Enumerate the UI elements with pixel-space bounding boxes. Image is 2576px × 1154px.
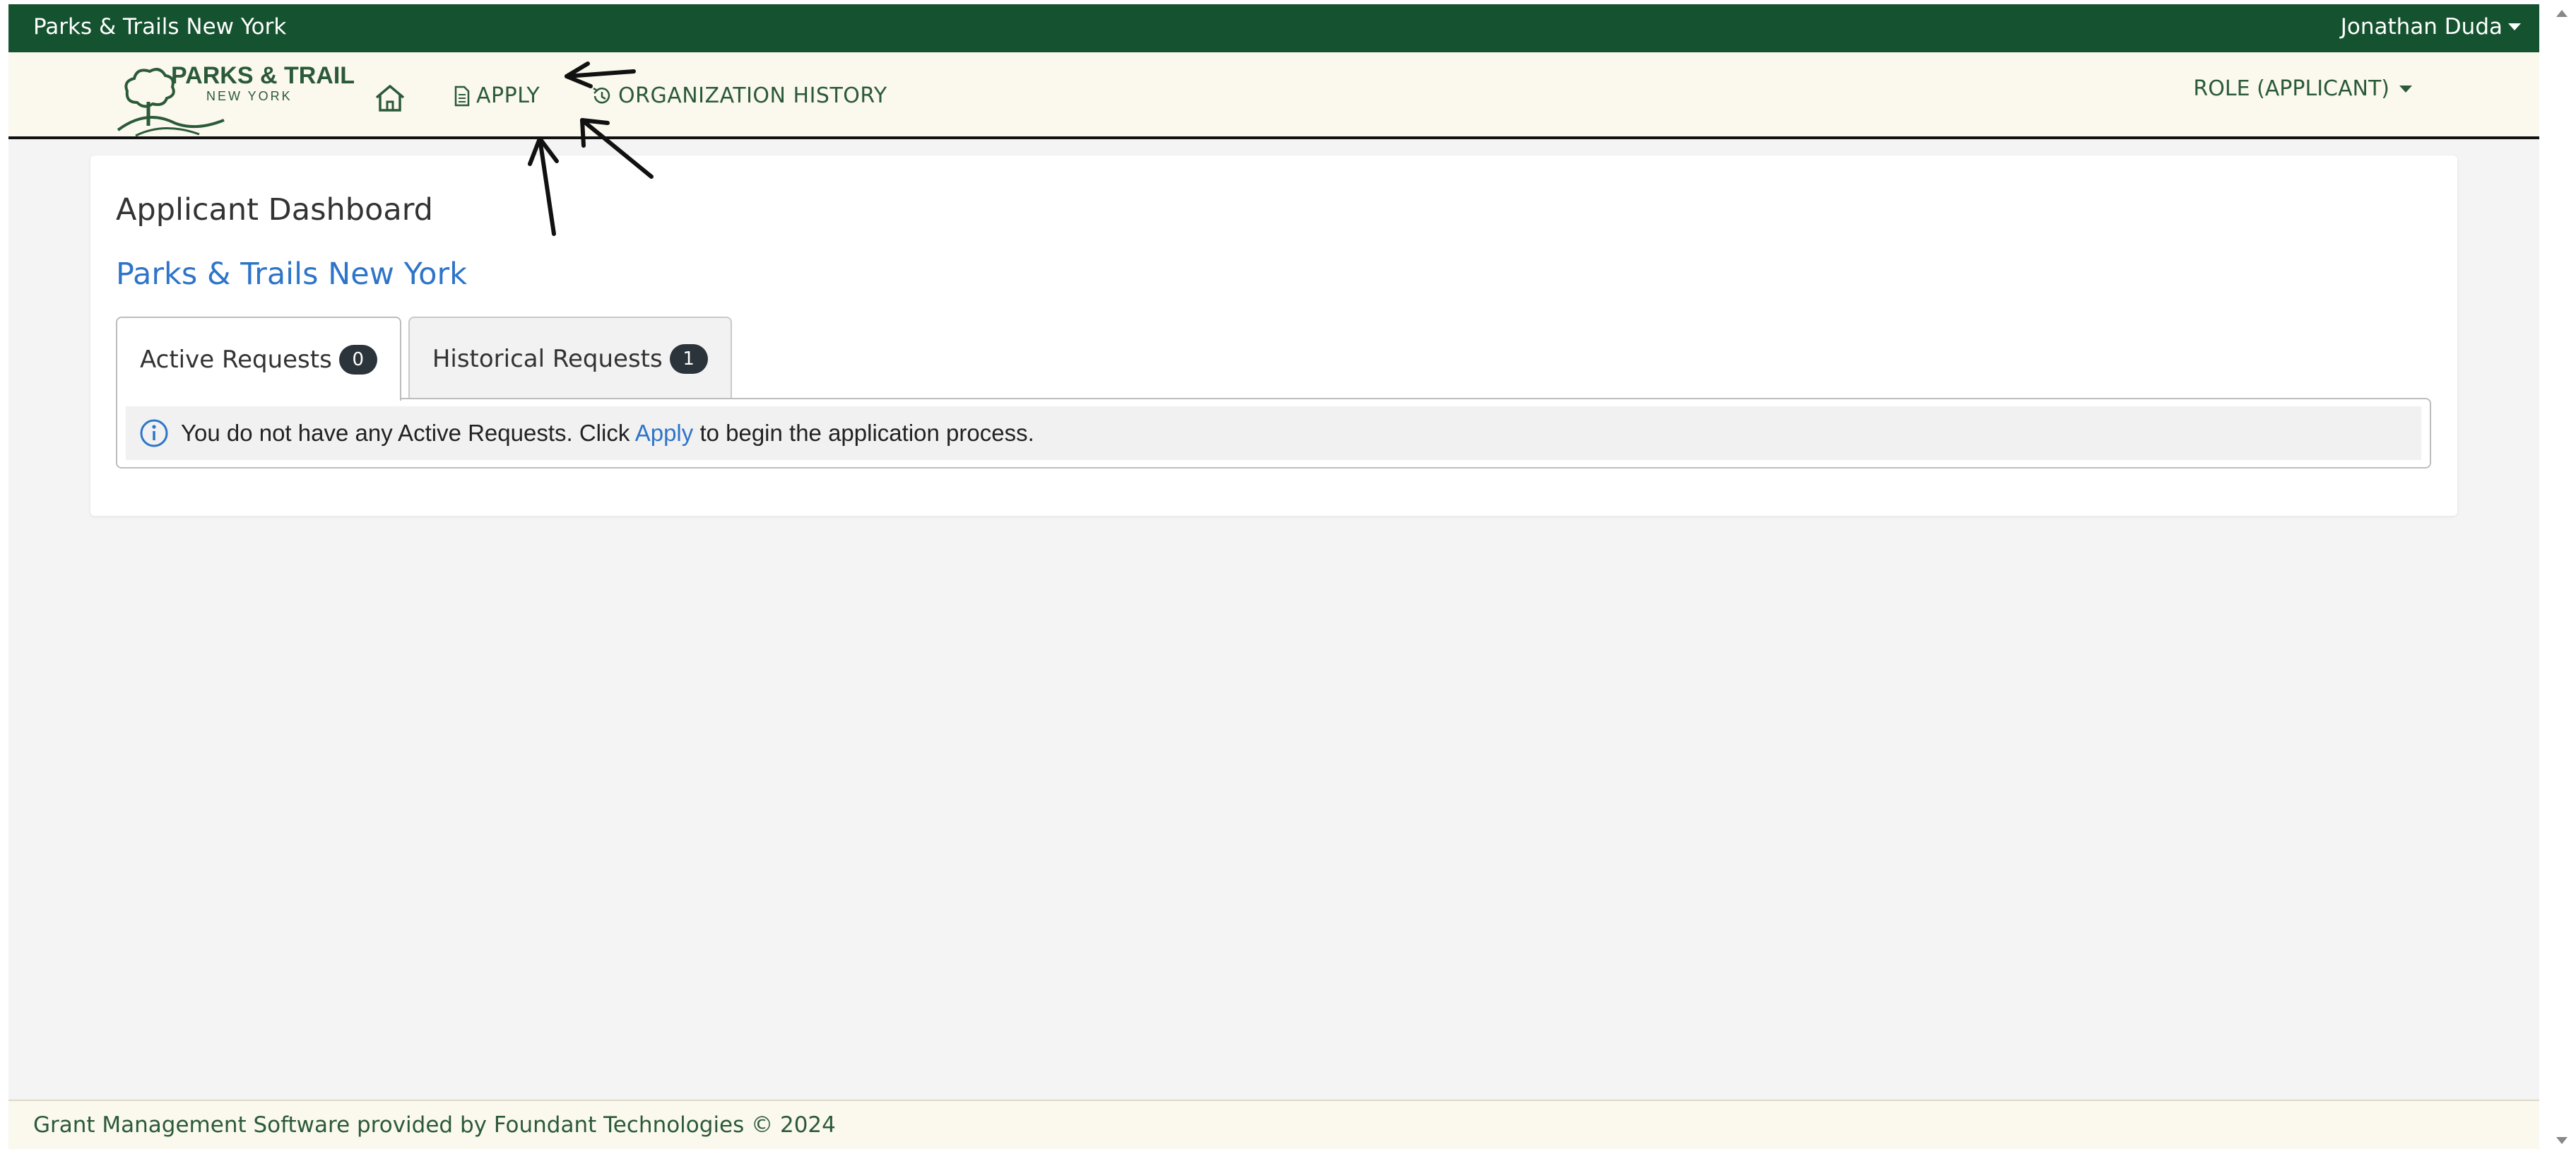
home-icon[interactable] [372, 81, 408, 116]
tab-historical-requests[interactable]: Historical Requests 1 [408, 317, 732, 399]
nav-bar: PARKS & TRAILS NEW YORK APPLY ORGANIZATI… [8, 52, 2539, 139]
nav-organization-history-link[interactable]: ORGANIZATION HISTORY [591, 83, 887, 108]
logo-text-sub: NEW YORK [206, 89, 293, 103]
top-bar: Parks & Trails New York Jonathan Duda [8, 4, 2539, 52]
alert-text: to begin the application process. [699, 420, 1034, 446]
nav-history-label[interactable]: ORGANIZATION HISTORY [618, 83, 887, 108]
chevron-down-icon[interactable] [2399, 85, 2412, 93]
alert-apply-link[interactable]: Apply [635, 420, 694, 446]
chevron-down-icon[interactable] [2508, 23, 2521, 30]
nav-apply-label[interactable]: APPLY [476, 83, 540, 108]
tab-active-requests[interactable]: Active Requests 0 [116, 317, 401, 401]
alert-text: You do not have any Active Requests. Cli… [181, 420, 630, 446]
footer: Grant Management Software provided by Fo… [8, 1100, 2539, 1149]
count-badge: 0 [338, 344, 377, 375]
role-dropdown[interactable]: ROLE (APPLICANT) [2193, 76, 2412, 101]
history-icon[interactable] [591, 86, 613, 107]
user-menu[interactable]: Jonathan Duda [2341, 14, 2521, 40]
info-alert: You do not have any Active Requests. Cli… [126, 406, 2421, 460]
tab-label[interactable]: Active Requests [140, 346, 332, 374]
document-icon[interactable] [454, 86, 471, 107]
scroll-up-icon[interactable] [2556, 10, 2568, 17]
organization-link[interactable]: Parks & Trails New York [116, 257, 467, 292]
page-title: Applicant Dashboard [116, 192, 433, 228]
dashboard-card: Applicant Dashboard Parks & Trails New Y… [90, 155, 2457, 516]
parks-trails-logo[interactable]: PARKS & TRAILS NEW YORK [114, 59, 355, 137]
count-badge: 1 [669, 343, 708, 374]
request-tabs: Active Requests 0 Historical Requests 1 [116, 317, 732, 401]
scrollbar[interactable] [2548, 0, 2576, 1154]
scroll-down-icon[interactable] [2556, 1137, 2568, 1144]
top-bar-org-name: Parks & Trails New York [33, 14, 287, 40]
role-label[interactable]: ROLE (APPLICANT) [2193, 76, 2389, 101]
app-frame: Parks & Trails New York Jonathan Duda PA… [8, 4, 2539, 1149]
logo-text-main: PARKS & TRAILS [171, 62, 355, 89]
tab-label[interactable]: Historical Requests [432, 345, 663, 373]
nav-apply-link[interactable]: APPLY [454, 83, 540, 108]
info-icon [140, 419, 168, 447]
user-name[interactable]: Jonathan Duda [2341, 14, 2503, 40]
footer-text: Grant Management Software provided by Fo… [33, 1112, 836, 1138]
tab-panel-active-requests: You do not have any Active Requests. Cli… [116, 398, 2431, 469]
